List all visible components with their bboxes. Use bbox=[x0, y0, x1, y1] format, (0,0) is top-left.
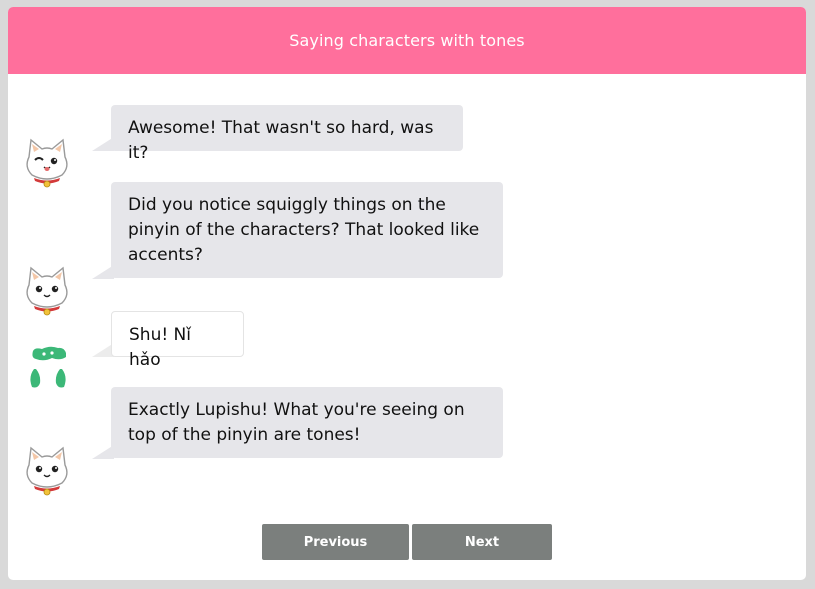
cat-icon bbox=[20, 443, 74, 497]
lesson-header: Saying characters with tones bbox=[8, 7, 806, 74]
next-button[interactable]: Next bbox=[412, 524, 552, 560]
previous-button[interactable]: Previous bbox=[262, 524, 409, 560]
message-text: Did you notice squiggly things on the pi… bbox=[128, 195, 480, 265]
cat-wink-icon bbox=[20, 135, 74, 189]
chat-bubble-bot: Exactly Lupishu! What you're seeing on t… bbox=[111, 387, 503, 458]
green-blob-avatar-icon bbox=[20, 341, 74, 395]
message-text: Shu! Nǐ hǎo bbox=[129, 325, 191, 370]
chat-bubble-bot: Awesome! That wasn't so hard, was it? bbox=[111, 105, 463, 163]
lesson-card: Saying characters with tones Awesome! Th… bbox=[8, 7, 806, 580]
message-text: Awesome! That wasn't so hard, was it? bbox=[128, 118, 434, 163]
lesson-title: Saying characters with tones bbox=[289, 31, 525, 50]
chat-bubble-bot: Did you notice squiggly things on the pi… bbox=[111, 182, 503, 278]
cat-icon bbox=[20, 263, 74, 317]
message-text: Exactly Lupishu! What you're seeing on t… bbox=[128, 400, 465, 445]
chat-bubble-user: Shu! Nǐ hǎo bbox=[111, 311, 244, 370]
